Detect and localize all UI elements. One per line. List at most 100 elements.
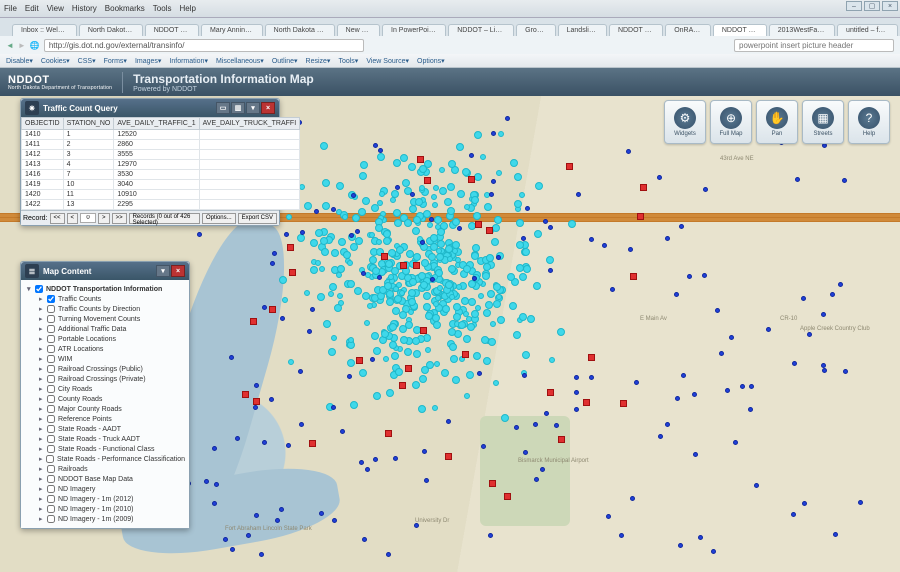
tree-expand-icon[interactable]: ▸ [39, 305, 47, 313]
traffic-count-marker[interactable] [388, 274, 394, 280]
traffic-count-marker[interactable] [522, 351, 530, 359]
traffic-count-marker[interactable] [300, 230, 305, 235]
traffic-count-marker[interactable] [447, 207, 455, 215]
tree-expand-icon[interactable]: ▸ [39, 355, 47, 363]
traffic-count-marker[interactable] [331, 335, 337, 341]
traffic-count-marker[interactable] [540, 467, 545, 472]
devtool-item[interactable]: Disable▾ [6, 57, 33, 65]
traffic-count-marker[interactable] [445, 453, 452, 460]
back-icon[interactable]: ◄ [6, 41, 14, 50]
traffic-count-marker[interactable] [275, 518, 280, 523]
traffic-count-marker[interactable] [424, 177, 431, 184]
traffic-count-marker[interactable] [733, 440, 738, 445]
layer-item[interactable]: ▸Additional Traffic Data [25, 324, 185, 334]
browser-tab[interactable]: NDDOT GIS [145, 24, 199, 36]
traffic-count-marker[interactable] [469, 153, 474, 158]
tree-expand-icon[interactable]: ▸ [39, 415, 47, 423]
traffic-count-marker[interactable] [412, 381, 420, 389]
traffic-count-marker[interactable] [250, 318, 257, 325]
traffic-count-marker[interactable] [473, 212, 481, 220]
traffic-count-marker[interactable] [334, 304, 342, 312]
traffic-count-marker[interactable] [523, 265, 531, 273]
traffic-count-marker[interactable] [409, 205, 417, 213]
traffic-count-marker[interactable] [417, 156, 424, 163]
layer-item[interactable]: ▸ND Imagery - 1m (2012) [25, 494, 185, 504]
menu-file[interactable]: File [4, 4, 17, 13]
traffic-count-marker[interactable] [719, 351, 724, 356]
traffic-count-marker[interactable] [516, 241, 524, 249]
tree-expand-icon[interactable]: ▸ [39, 475, 47, 483]
traffic-count-marker[interactable] [493, 380, 499, 386]
layer-item[interactable]: ▸Railroad Crossings (Public) [25, 364, 185, 374]
map-tool-streets[interactable]: ▦Streets [802, 100, 844, 144]
traffic-count-marker[interactable] [408, 298, 416, 306]
tree-expand-icon[interactable]: ▸ [39, 295, 47, 303]
layer-item[interactable]: ▸WIM [25, 354, 185, 364]
traffic-count-marker[interactable] [361, 271, 366, 276]
traffic-count-marker[interactable] [286, 443, 291, 448]
traffic-count-marker[interactable] [533, 282, 541, 290]
traffic-count-marker[interactable] [269, 397, 274, 402]
traffic-count-marker[interactable] [488, 533, 493, 538]
table-row[interactable]: 14201110910 [22, 190, 300, 200]
traffic-count-marker[interactable] [842, 178, 847, 183]
traffic-count-marker[interactable] [410, 192, 415, 197]
traffic-count-marker[interactable] [393, 456, 398, 461]
traffic-count-marker[interactable] [386, 298, 394, 306]
traffic-count-marker[interactable] [453, 303, 461, 311]
traffic-count-marker[interactable] [419, 185, 425, 191]
window-close-icon[interactable]: × [882, 1, 898, 11]
traffic-count-marker[interactable] [497, 316, 505, 324]
traffic-count-marker[interactable] [254, 513, 259, 518]
column-header[interactable]: AVE_DAILY_TRAFFIC_1 [114, 118, 199, 130]
devtool-item[interactable]: View Source▾ [366, 57, 409, 65]
traffic-count-marker[interactable] [533, 422, 538, 427]
layer-checkbox[interactable] [47, 315, 55, 323]
traffic-count-marker[interactable] [588, 354, 595, 361]
traffic-count-marker[interactable] [383, 356, 389, 362]
traffic-count-marker[interactable] [282, 297, 288, 303]
traffic-count-marker[interactable] [348, 337, 354, 343]
traffic-count-marker[interactable] [474, 131, 482, 139]
traffic-count-marker[interactable] [439, 167, 445, 173]
traffic-count-marker[interactable] [381, 253, 388, 260]
traffic-count-marker[interactable] [405, 321, 413, 329]
layer-checkbox[interactable] [47, 365, 55, 373]
traffic-count-marker[interactable] [364, 320, 370, 326]
traffic-count-marker[interactable] [204, 479, 209, 484]
traffic-count-marker[interactable] [483, 309, 491, 317]
map-viewport[interactable]: E Main Av43rd Ave NECR-10Apple Creek Cou… [0, 96, 900, 572]
devtool-item[interactable]: Cookies▾ [41, 57, 70, 65]
traffic-count-marker[interactable] [332, 518, 337, 523]
menu-tools[interactable]: Tools [153, 4, 172, 13]
traffic-count-marker[interactable] [376, 239, 382, 245]
traffic-count-marker[interactable] [399, 311, 407, 319]
layer-checkbox[interactable] [47, 435, 55, 443]
traffic-count-marker[interactable] [843, 369, 848, 374]
layer-checkbox[interactable] [47, 375, 55, 383]
table-row[interactable]: 1422132295 [22, 200, 300, 210]
traffic-count-marker[interactable] [402, 179, 410, 187]
traffic-count-marker[interactable] [280, 316, 285, 321]
browser-tab[interactable]: Inbox :: Welco... [12, 24, 77, 36]
layer-checkbox[interactable] [47, 445, 55, 453]
traffic-count-marker[interactable] [640, 184, 647, 191]
traffic-count-marker[interactable] [235, 436, 240, 441]
traffic-count-marker[interactable] [433, 185, 439, 191]
traffic-count-marker[interactable] [464, 204, 470, 210]
query-panel-header[interactable]: ✷ Traffic Count Query ▭ ▥ ▾ × [21, 99, 279, 117]
traffic-count-marker[interactable] [619, 533, 624, 538]
traffic-count-marker[interactable] [373, 347, 381, 355]
traffic-count-marker[interactable] [433, 321, 441, 329]
traffic-count-marker[interactable] [331, 249, 339, 257]
traffic-count-marker[interactable] [702, 273, 707, 278]
traffic-count-marker[interactable] [496, 255, 501, 260]
traffic-count-marker[interactable] [568, 220, 576, 228]
devtool-item[interactable]: Forms▾ [104, 57, 127, 65]
panel-min-icon[interactable]: ▾ [246, 102, 260, 114]
traffic-count-marker[interactable] [637, 213, 644, 220]
traffic-count-marker[interactable] [478, 293, 484, 299]
traffic-count-marker[interactable] [391, 352, 399, 360]
traffic-count-marker[interactable] [323, 320, 331, 328]
traffic-count-marker[interactable] [385, 260, 393, 268]
